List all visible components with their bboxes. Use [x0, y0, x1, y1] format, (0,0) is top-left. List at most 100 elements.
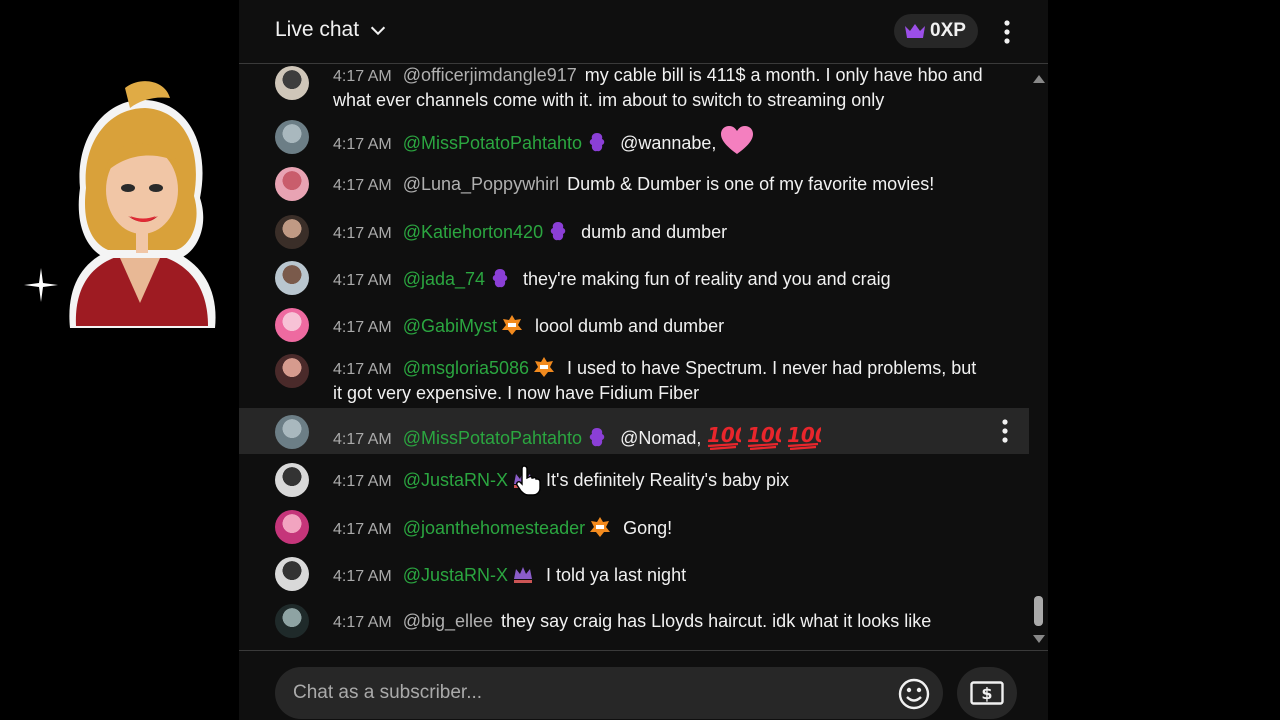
avatar[interactable]: [275, 167, 309, 201]
more-vertical-icon: [1004, 20, 1010, 44]
avatar[interactable]: [275, 557, 309, 591]
crown-icon: [905, 24, 925, 38]
message-content: 4:17 AM @jada_74 they're making fun of rea…: [333, 267, 989, 293]
scrollbar-thumb[interactable]: [1034, 596, 1043, 626]
avatar[interactable]: [275, 215, 309, 249]
message-content: 4:17 AM @big_ellee they say craig has Lloy…: [333, 610, 989, 635]
chat-message[interactable]: 4:17 AM @Luna_Poppywhirl Dumb & Dumber is …: [239, 162, 1029, 208]
message-content: 4:17 AM @msgloria5086 I used to have Spect…: [333, 356, 989, 405]
avatar[interactable]: [275, 510, 309, 544]
avatar[interactable]: [275, 463, 309, 497]
avatar[interactable]: [275, 415, 309, 449]
live-chat-panel: Live chat 0XP 4:17 AM @officerjimdangle91…: [239, 0, 1048, 720]
chat-message[interactable]: 4:17 AM @Katiehorton420 dumb and dumber: [239, 210, 1029, 256]
chat-message[interactable]: 4:17 AM @joanthehomesteader Gong!: [239, 502, 1029, 552]
chat-message[interactable]: 4:17 AM @JustaRN-X It's definitely Reality…: [239, 456, 1029, 502]
chat-message[interactable]: 4:17 AM @MissPotatoPahtahto @wannabe,: [239, 116, 1029, 162]
xp-button[interactable]: 0XP: [894, 14, 978, 48]
avatar[interactable]: [275, 354, 309, 388]
scroll-up-arrow[interactable]: [1031, 72, 1047, 84]
chevron-down-icon: [370, 26, 386, 36]
hand-cursor-icon: [516, 465, 541, 496]
member-badge-icon: [589, 133, 605, 152]
message-author[interactable]: @JustaRN-X: [403, 565, 508, 585]
message-content: 4:17 AM @joanthehomesteader Gong!: [333, 516, 989, 542]
message-author[interactable]: @MissPotatoPahtahto: [403, 428, 582, 448]
message-content: 4:17 AM @GabiMyst loool dumb and dumber: [333, 314, 989, 340]
message-content: 4:17 AM@MissPotatoPahtahto@Nomad,1001001…: [333, 420, 989, 452]
chat-message[interactable]: 4:17 AM @msgloria5086 I used to have Spect…: [239, 350, 1029, 408]
message-content: 4:17 AM @JustaRN-X I told ya last night: [333, 563, 989, 589]
chat-message[interactable]: 4:17 AM @big_ellee they say craig has Lloy…: [239, 598, 1029, 646]
pink-heart-emoji: [721, 126, 754, 154]
message-text: Dumb & Dumber is one of my favorite movi…: [567, 174, 935, 194]
chat-header: Live chat 0XP: [239, 0, 1048, 64]
message-author[interactable]: @JustaRN-X: [403, 470, 508, 490]
emoji-picker-icon[interactable]: [897, 677, 931, 711]
chat-input[interactable]: [275, 667, 943, 719]
member-badge-icon: [502, 315, 522, 335]
scroll-down-arrow[interactable]: [1031, 634, 1047, 646]
message-timestamp: 4:17 AM: [333, 473, 392, 490]
chat-mode-dropdown[interactable]: Live chat: [275, 18, 389, 42]
message-text: @Nomad,: [620, 428, 702, 448]
message-author[interactable]: @msgloria5086: [403, 358, 529, 378]
member-badge-icon: [534, 357, 555, 377]
avatar[interactable]: [275, 120, 309, 154]
message-content: 4:17 AM @Katiehorton420 dumb and dumber: [333, 220, 989, 246]
message-author[interactable]: @joanthehomesteader: [403, 518, 585, 538]
chat-message[interactable]: 4:17 AM @jada_74 they're making fun of rea…: [239, 256, 1029, 302]
sparkle-icon: [24, 268, 58, 302]
avatar[interactable]: [275, 604, 309, 638]
message-menu-button[interactable]: [996, 416, 1014, 446]
chat-input-bar: $: [239, 650, 1048, 720]
member-badge-icon: [514, 567, 532, 583]
member-badge-icon: [590, 517, 611, 537]
message-author[interactable]: @Luna_Poppywhirl: [403, 174, 559, 194]
avatar[interactable]: [275, 261, 309, 295]
message-text: they say craig has Lloyds haircut. idk w…: [501, 611, 932, 631]
message-content: 4:17 AM @officerjimdangle917 my cable bill…: [333, 64, 989, 112]
message-author[interactable]: @GabiMyst: [403, 316, 497, 336]
message-content: 4:17 AM @Luna_Poppywhirl Dumb & Dumber is …: [333, 173, 989, 198]
chat-message[interactable]: 4:17 AM @officerjimdangle917 my cable bill…: [239, 64, 1029, 112]
message-author[interactable]: @officerjimdangle917: [403, 65, 577, 85]
super-chat-button[interactable]: $: [957, 667, 1017, 719]
streamer-caricature: [69, 81, 216, 328]
message-timestamp: 4:17 AM: [333, 614, 392, 631]
message-text: Gong!: [623, 518, 673, 538]
svg-text:$: $: [981, 684, 992, 703]
message-timestamp: 4:17 AM: [333, 568, 392, 585]
chat-message[interactable]: 4:17 AM @JustaRN-X I told ya last night: [239, 552, 1029, 598]
avatar[interactable]: [275, 308, 309, 342]
message-timestamp: 4:17 AM: [333, 177, 392, 194]
message-timestamp: 4:17 AM: [333, 521, 392, 538]
hundred-points-emoji: 100: [787, 423, 821, 450]
more-options-button[interactable]: [995, 17, 1019, 47]
member-badge-icon: [550, 222, 566, 241]
message-content: 4:17 AM @MissPotatoPahtahto @wannabe,: [333, 125, 989, 157]
message-text: I told ya last night: [546, 565, 687, 585]
message-text: they're making fun of reality and you an…: [523, 269, 891, 289]
message-text: It's definitely Reality's baby pix: [546, 470, 789, 490]
message-timestamp: 4:17 AM: [333, 431, 392, 448]
member-badge-icon: [589, 428, 605, 447]
message-author[interactable]: @big_ellee: [403, 611, 493, 631]
chat-title: Live chat: [275, 18, 360, 41]
message-timestamp: 4:17 AM: [333, 361, 392, 378]
dollar-bill-icon: $: [970, 681, 1004, 705]
message-timestamp: 4:17 AM: [333, 272, 392, 289]
message-author[interactable]: @jada_74: [403, 269, 485, 289]
message-author[interactable]: @MissPotatoPahtahto: [403, 133, 582, 153]
message-timestamp: 4:17 AM: [333, 136, 392, 153]
message-text: @wannabe,: [620, 133, 717, 153]
chat-message[interactable]: 4:17 AM @GabiMyst loool dumb and dumber: [239, 302, 1029, 350]
message-author[interactable]: @Katiehorton420: [403, 222, 543, 242]
chat-message-list[interactable]: 4:17 AM @officerjimdangle917 my cable bill…: [239, 64, 1029, 650]
message-timestamp: 4:17 AM: [333, 225, 392, 242]
hundred-points-emoji: 100: [747, 423, 781, 450]
chat-message[interactable]: 4:17 AM@MissPotatoPahtahto@Nomad,1001001…: [239, 408, 1029, 454]
avatar[interactable]: [275, 66, 309, 100]
message-timestamp: 4:17 AM: [333, 319, 392, 336]
message-text: loool dumb and dumber: [535, 316, 725, 336]
